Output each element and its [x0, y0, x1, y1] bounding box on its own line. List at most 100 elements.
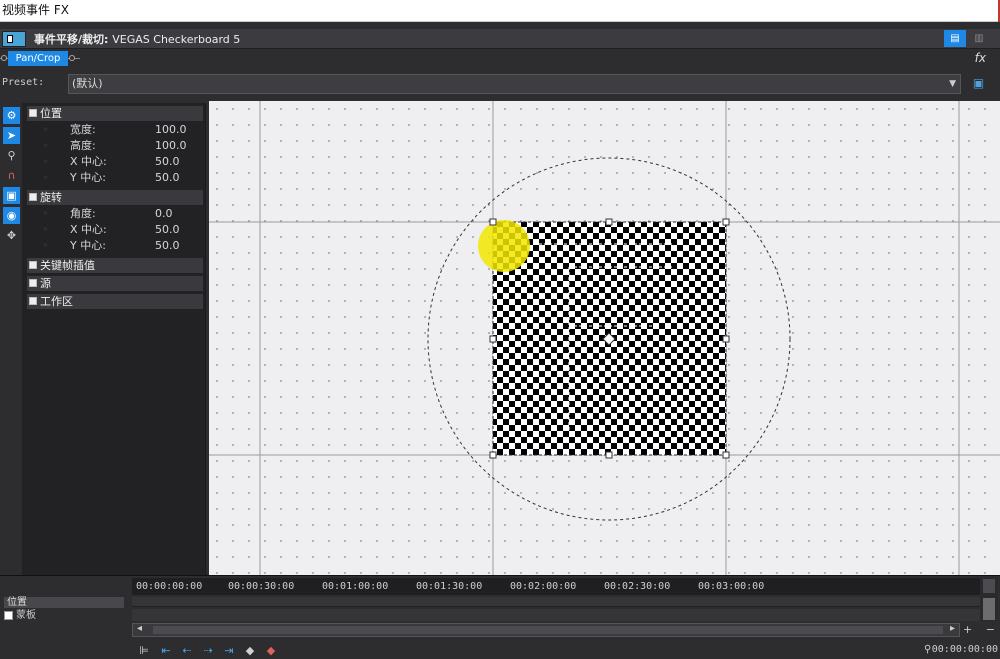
- prop-value: 100.0: [155, 139, 187, 152]
- view-grid-button[interactable]: ▥: [970, 30, 988, 47]
- keyframe-track-row[interactable]: [132, 597, 980, 607]
- ruler-tick: 00:00:30:00: [228, 581, 295, 592]
- clip-thumbnail[interactable]: [2, 31, 26, 47]
- prop-rot-y-center[interactable]: ◦ Y 中心: 50.0: [43, 238, 203, 254]
- vertical-scrollbar[interactable]: [980, 578, 998, 621]
- handle-bottom-left[interactable]: [489, 451, 497, 459]
- pointer-icon[interactable]: ➤: [3, 127, 20, 144]
- timeline-scrollbar[interactable]: ◂ ▸: [132, 623, 960, 637]
- prop-key: Y 中心:: [70, 239, 106, 252]
- ruler-tick: 00:02:30:00: [604, 581, 671, 592]
- handle-top[interactable]: [605, 218, 613, 226]
- ruler-tick: 00:00:00:00: [136, 581, 203, 592]
- prop-width[interactable]: ◦ 宽度: 100.0: [43, 122, 203, 138]
- window-title-bar: 视频事件 FX: [0, 0, 1000, 22]
- pan-crop-canvas[interactable]: [209, 101, 1000, 575]
- fx-header: 事件平移/裁切: VEGAS Checkerboard 5 ▤ ▥: [0, 29, 1000, 49]
- section-source[interactable]: 源: [27, 276, 203, 291]
- clip-name: VEGAS Checkerboard 5: [112, 33, 241, 46]
- prop-key: 宽度:: [70, 123, 96, 136]
- preset-row: Preset: (默认) ▼ ▣: [0, 73, 1000, 95]
- prop-height[interactable]: ◦ 高度: 100.0: [43, 138, 203, 154]
- prop-key: 高度:: [70, 139, 96, 152]
- view-list-button[interactable]: ▤: [944, 30, 966, 47]
- prop-x-center[interactable]: ◦ X 中心: 50.0: [43, 154, 203, 170]
- tool-strip: ⚙ ➤ ⚲ ∩ ▣ ◉ ✥: [0, 103, 22, 575]
- ruler-tick: 00:01:30:00: [416, 581, 483, 592]
- settings-icon[interactable]: ⚙: [3, 107, 20, 124]
- properties-panel: 位置 ◦ 宽度: 100.0 ◦ 高度: 100.0 ◦ X 中心: 50.0 ◦ Y 中心:…: [22, 103, 206, 575]
- prop-key: Y 中心:: [70, 171, 106, 184]
- handle-right[interactable]: [722, 335, 730, 343]
- prop-key: 角度:: [70, 207, 96, 220]
- canvas-svg[interactable]: [209, 101, 1000, 575]
- prop-key: X 中心:: [70, 155, 107, 168]
- mask-row[interactable]: 蒙板: [4, 610, 124, 622]
- first-keyframe-icon[interactable]: ⇤: [158, 643, 174, 659]
- timecode-display: 00:00:00:00: [931, 644, 998, 655]
- window-title: 视频事件 FX: [2, 3, 69, 17]
- save-preset-icon[interactable]: ▣: [971, 76, 986, 91]
- prop-value: 50.0: [155, 223, 180, 236]
- ruler-tick: 00:03:00:00: [698, 581, 765, 592]
- handle-bottom[interactable]: [605, 451, 613, 459]
- scroll-left-icon[interactable]: ◂: [137, 623, 142, 634]
- section-rotation-title: 旋转: [40, 191, 62, 204]
- section-source-title: 源: [40, 277, 51, 290]
- sync-cursor-icon[interactable]: ⊫: [136, 643, 152, 659]
- prop-value: 50.0: [155, 155, 180, 168]
- preset-value: (默认): [72, 77, 103, 90]
- delete-keyframe-icon[interactable]: ◆: [263, 643, 279, 659]
- section-workspace-title: 工作区: [40, 295, 73, 308]
- handle-top-left[interactable]: [489, 218, 497, 226]
- zoom-icon[interactable]: ⚲: [3, 147, 20, 164]
- fx-icon[interactable]: fx: [975, 51, 986, 65]
- cursor-highlight: [478, 220, 530, 272]
- preset-label: Preset:: [2, 77, 45, 88]
- last-keyframe-icon[interactable]: ⇥: [221, 643, 237, 659]
- prop-value: 50.0: [155, 239, 180, 252]
- add-keyframe-icon[interactable]: ◆: [242, 643, 258, 659]
- chain-start-node: [1, 55, 7, 61]
- chevron-down-icon: ▼: [949, 79, 956, 89]
- center-icon[interactable]: ◉: [3, 207, 20, 224]
- scroll-thumb[interactable]: [153, 626, 943, 634]
- prop-angle[interactable]: ◦ 角度: 0.0: [43, 206, 203, 222]
- next-keyframe-icon[interactable]: ⇢: [200, 643, 216, 659]
- ruler-tick: 00:02:00:00: [510, 581, 577, 592]
- transport-controls: ⊫ ⇤ ⇠ ⇢ ⇥ ◆ ◆: [132, 643, 980, 659]
- preset-dropdown[interactable]: (默认) ▼: [68, 74, 961, 94]
- magnet-icon[interactable]: ∩: [3, 167, 20, 184]
- section-rotation[interactable]: 旋转: [27, 190, 203, 205]
- marker-pin-icon[interactable]: ⚲: [924, 644, 931, 655]
- handle-left[interactable]: [489, 335, 497, 343]
- handle-bottom-right[interactable]: [722, 451, 730, 459]
- prop-value: 100.0: [155, 123, 187, 136]
- section-workspace[interactable]: 工作区: [27, 294, 203, 309]
- header-label: 事件平移/裁切:: [34, 33, 109, 46]
- section-position[interactable]: 位置: [27, 106, 203, 121]
- scroll-right-icon[interactable]: ▸: [950, 623, 955, 634]
- move-icon[interactable]: ✥: [3, 227, 20, 244]
- section-keyframe-interp[interactable]: 关键帧插值: [27, 258, 203, 273]
- handle-top-right[interactable]: [722, 218, 730, 226]
- section-keyframe-title: 关键帧插值: [40, 259, 95, 272]
- prev-keyframe-icon[interactable]: ⇠: [179, 643, 195, 659]
- mask-label: 蒙板: [16, 610, 36, 621]
- section-position-title: 位置: [40, 107, 62, 120]
- keyframe-timeline: 位置 蒙板 00:00:00:00 00:00:30:00 00:01:00:0…: [0, 575, 1000, 658]
- track-name-position[interactable]: 位置: [4, 597, 124, 608]
- fx-chain-label: 事件平移/裁切: VEGAS Checkerboard 5: [34, 31, 240, 47]
- fx-chain-row: Pan/Crop fx: [0, 50, 1000, 68]
- zoom-in-button[interactable]: +: [963, 623, 972, 636]
- zoom-out-button[interactable]: −: [986, 623, 995, 636]
- prop-key: X 中心:: [70, 223, 107, 236]
- pan-crop-tab[interactable]: Pan/Crop: [8, 51, 68, 66]
- mask-track-row[interactable]: [132, 609, 980, 621]
- prop-rot-x-center[interactable]: ◦ X 中心: 50.0: [43, 222, 203, 238]
- chain-end-node: [69, 55, 75, 61]
- lock-aspect-icon[interactable]: ▣: [3, 187, 20, 204]
- mask-checkbox[interactable]: [4, 610, 13, 620]
- prop-y-center[interactable]: ◦ Y 中心: 50.0: [43, 170, 203, 186]
- time-ruler[interactable]: 00:00:00:00 00:00:30:00 00:01:00:00 00:0…: [132, 578, 980, 595]
